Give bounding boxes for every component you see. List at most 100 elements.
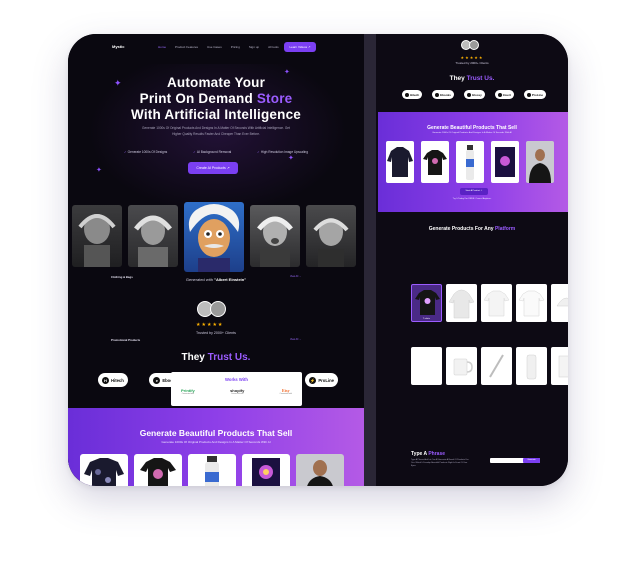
top-nav: Mystic Home Product Features Use Cases P… [68, 40, 364, 54]
brand-proline: ⚡ ProLine [305, 373, 338, 387]
works-with-card: Works With Printify Connected with shopif… [171, 372, 302, 406]
landing-page-right: ★★★★★ Trusted by 2000+ Clients They Trus… [376, 34, 568, 486]
brand-invert: Invert [494, 90, 514, 99]
sparkle-icon: ✦ [288, 155, 294, 162]
stage: Mystic Home Product Features Use Cases P… [0, 0, 638, 588]
proline-logo-icon [526, 92, 531, 97]
proline-logo-icon: ⚡ [309, 376, 317, 384]
trust-title-accent: Trust Us. [466, 75, 495, 82]
tile-label: T-shirts [422, 318, 431, 320]
products-band-title: Generate Beautiful Products That Sell [139, 428, 293, 438]
tile-pen[interactable] [481, 347, 512, 385]
hero-subtitle: Generate 1000s Of Original Products And … [142, 126, 290, 136]
invert-logo-icon [497, 92, 502, 97]
brand-label: Ebooks [440, 92, 451, 97]
etsy-sub: Connected with [279, 393, 292, 395]
product-bottle [456, 141, 484, 183]
trusted-by-label: Trusted by 2000+ Clients [196, 331, 236, 335]
brand-logos: Hitech Ebooks Glossy Invert ProLine [402, 90, 546, 99]
product-hoodie-model [526, 141, 554, 183]
nav-link-pricing[interactable]: Pricing [231, 45, 240, 49]
product-tshirt [134, 454, 182, 486]
feature-item: ✓High Resolution Image Upscaling [257, 150, 308, 154]
products-band-subtitle: Generate 1000s Of Original Products And … [161, 440, 271, 444]
brand-label: Hitech [410, 92, 420, 97]
brand-label: ProLine [318, 377, 334, 383]
tile-polo[interactable] [481, 284, 512, 322]
type-a-phrase-title: Type A Phrase [411, 451, 445, 457]
avatar [469, 40, 479, 50]
printify-logo: Printify Connected with [181, 388, 195, 395]
feature-item: ✓Generate 1000s Of Designs [124, 150, 167, 154]
hero-title-line3: With Artificial Intelligence [131, 107, 301, 122]
avatar [210, 301, 226, 317]
tile-mug[interactable] [446, 347, 477, 385]
tile-hoodie[interactable] [446, 284, 477, 322]
portrait-sketch-1 [72, 205, 122, 267]
type-title-accent: Phrase [428, 451, 446, 457]
products-band-subtitle: Generate 1000s Of Original Products And … [432, 132, 512, 134]
tile-tshirt[interactable]: T-shirts [411, 284, 442, 322]
rating-stars: ★★★★★ [196, 322, 224, 328]
generated-value: "Albert Einstein" [214, 277, 247, 282]
view-all-link[interactable]: View All → [290, 275, 301, 278]
hitech-logo-icon: H [102, 376, 109, 384]
product-sweater [386, 141, 414, 183]
portrait-sketch-2 [128, 205, 178, 267]
product-tshirt [421, 141, 449, 183]
brand-label: Glossy [471, 92, 482, 97]
brand-proline: ProLine [523, 90, 546, 99]
trusted-by-label: Trusted by 2000+ Clients [455, 61, 489, 65]
category-promotional-products: Promotional Products [111, 338, 141, 342]
nav-link-sign-up[interactable]: Sign up [249, 45, 259, 49]
products-band-title: Generate Beautiful Products That Sell [427, 125, 517, 131]
page-divider [364, 34, 376, 486]
hero-title-accent: Store [256, 91, 293, 106]
create-ai-products-button[interactable]: Create AI Products ↗ [188, 162, 238, 174]
generate-button[interactable]: Generate [523, 458, 540, 463]
tile-tee-white[interactable] [516, 284, 547, 322]
portrait-photo-1 [250, 205, 300, 267]
shopify-sub: Connected with [231, 393, 244, 395]
nav-links: Home Product Features Use Cases Pricing … [158, 45, 279, 49]
tile-blank[interactable] [411, 347, 442, 385]
nav-link-use-cases[interactable]: Use Cases [207, 45, 222, 49]
trust-title: They Trust Us. [68, 352, 364, 363]
rating-stars: ★★★★★ [460, 55, 484, 60]
sparkle-icon: ✦ [96, 167, 102, 174]
product-poster [242, 454, 290, 486]
platform-title: Generate Products For Any Platform [376, 226, 568, 232]
tile-cap[interactable] [551, 284, 568, 322]
learn-videos-button[interactable]: Learn Videos ↗ [284, 42, 316, 52]
logo[interactable]: Mystic [112, 44, 124, 49]
product-bottle [188, 454, 236, 486]
check-icon: ✓ [257, 150, 260, 154]
tile-notebook[interactable] [551, 347, 568, 385]
product-sweater [80, 454, 128, 486]
nav-link-product-features[interactable]: Product Features [175, 45, 198, 49]
feature-label: Generate 1000s Of Designs [127, 150, 168, 154]
trust-title-accent: Trust Us. [207, 352, 251, 363]
generated-prefix: Generated with [185, 277, 215, 282]
brand-label: ProLine [531, 92, 543, 97]
product-poster [491, 141, 519, 183]
brand-ebooks: Ebooks [432, 90, 454, 99]
glossy-logo-icon [466, 92, 471, 97]
works-with-logos: Printify Connected with shopify Connected … [181, 388, 292, 395]
portrait-cartoon-einstein [184, 202, 244, 272]
category-clothing-bags: Clothing & Bags [111, 275, 133, 279]
device-frame: Mystic Home Product Features Use Cases P… [68, 34, 568, 486]
portrait-photo-2 [306, 205, 356, 267]
tile-tumbler[interactable] [516, 347, 547, 385]
check-icon: ✓ [193, 150, 196, 154]
feature-list: ✓Generate 1000s Of Designs ✓AI Backgroun… [124, 150, 308, 154]
view-all-link[interactable]: View All → [290, 338, 301, 341]
nav-link-home[interactable]: Home [158, 45, 166, 49]
brand-label: Hitech [111, 377, 124, 383]
start-a-product-button[interactable]: Start A Product ↗ [460, 188, 488, 195]
product-hoodie-model [296, 454, 344, 486]
nav-link-all-tools[interactable]: All tools [268, 45, 279, 49]
hitech-logo-icon [405, 92, 409, 97]
brand-glossy: Glossy [463, 90, 485, 99]
shopify-logo: shopify Connected with [230, 388, 244, 395]
